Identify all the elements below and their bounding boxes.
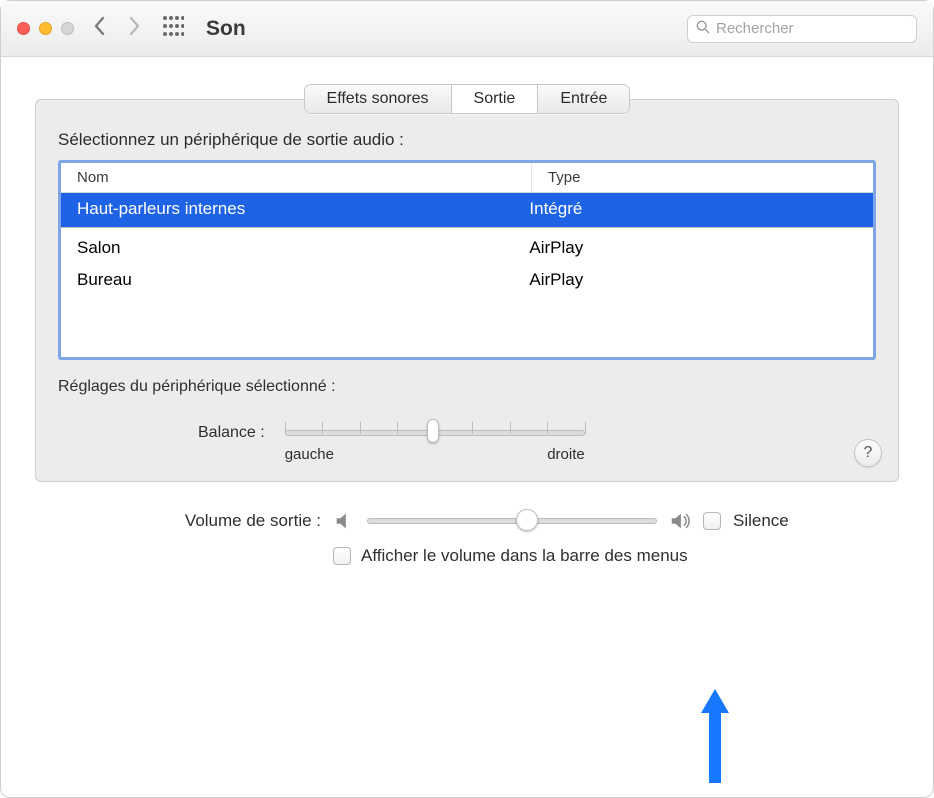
device-type: AirPlay [529,270,857,290]
mute-checkbox[interactable] [703,512,721,530]
selected-device-settings-label: Réglages du périphérique sélectionné : [58,378,876,396]
balance-left-label: gauche [285,446,334,463]
tab-sound-effects[interactable]: Effets sonores [305,85,451,113]
output-volume-row: Volume de sortie : Silence [61,510,873,532]
zoom-window-button[interactable] [61,22,74,35]
search-field[interactable] [687,15,917,43]
minimize-window-button[interactable] [39,22,52,35]
device-type: Intégré [529,199,857,219]
output-volume-label: Volume de sortie : [61,511,321,531]
volume-high-icon [669,510,691,532]
volume-low-icon [333,510,355,532]
device-row[interactable]: Haut-parleurs internes Intégré [61,193,873,228]
bottom-controls: Volume de sortie : Silence Afficher le v… [61,510,873,566]
back-button[interactable] [92,14,108,43]
balance-knob[interactable] [427,419,439,443]
balance-row: Balance : [198,424,876,463]
forward-button[interactable] [126,14,142,43]
device-list-headers: Nom Type [61,163,873,193]
window-title: Son [206,17,246,41]
help-icon: ? [864,444,873,462]
show-all-prefs-button[interactable] [162,15,184,42]
device-name: Salon [77,238,529,258]
sound-panel: Effets sonores Sortie Entrée Sélectionne… [35,99,899,482]
tab-output[interactable]: Sortie [451,85,538,113]
column-name[interactable]: Nom [61,163,532,192]
column-type[interactable]: Type [532,163,873,192]
balance-right-label: droite [547,446,585,463]
show-volume-menubar-checkbox[interactable] [333,547,351,565]
help-button[interactable]: ? [854,439,882,467]
search-input[interactable] [716,20,908,37]
device-name: Haut-parleurs internes [77,199,529,219]
output-volume-slider[interactable] [367,512,657,530]
window-controls [17,22,74,35]
tabs: Effets sonores Sortie Entrée [36,84,898,114]
callout-arrow-icon [693,681,737,791]
volume-knob[interactable] [516,509,538,531]
select-device-label: Sélectionnez un périphérique de sortie a… [58,130,876,150]
close-window-button[interactable] [17,22,30,35]
output-device-list[interactable]: Nom Type Haut-parleurs internes Intégré … [58,160,876,360]
device-row[interactable]: Bureau AirPlay [61,264,873,296]
titlebar: Son [1,1,933,57]
nav-arrows [92,14,142,43]
balance-slider[interactable] [285,424,585,430]
search-icon [696,20,710,37]
balance-label: Balance : [198,424,265,442]
device-row[interactable]: Salon AirPlay [61,232,873,264]
show-volume-menubar-row: Afficher le volume dans la barre des men… [333,546,873,566]
show-volume-menubar-label: Afficher le volume dans la barre des men… [361,546,688,566]
device-type: AirPlay [529,238,857,258]
mute-label: Silence [733,511,789,531]
device-name: Bureau [77,270,529,290]
tab-input[interactable]: Entrée [537,85,629,113]
